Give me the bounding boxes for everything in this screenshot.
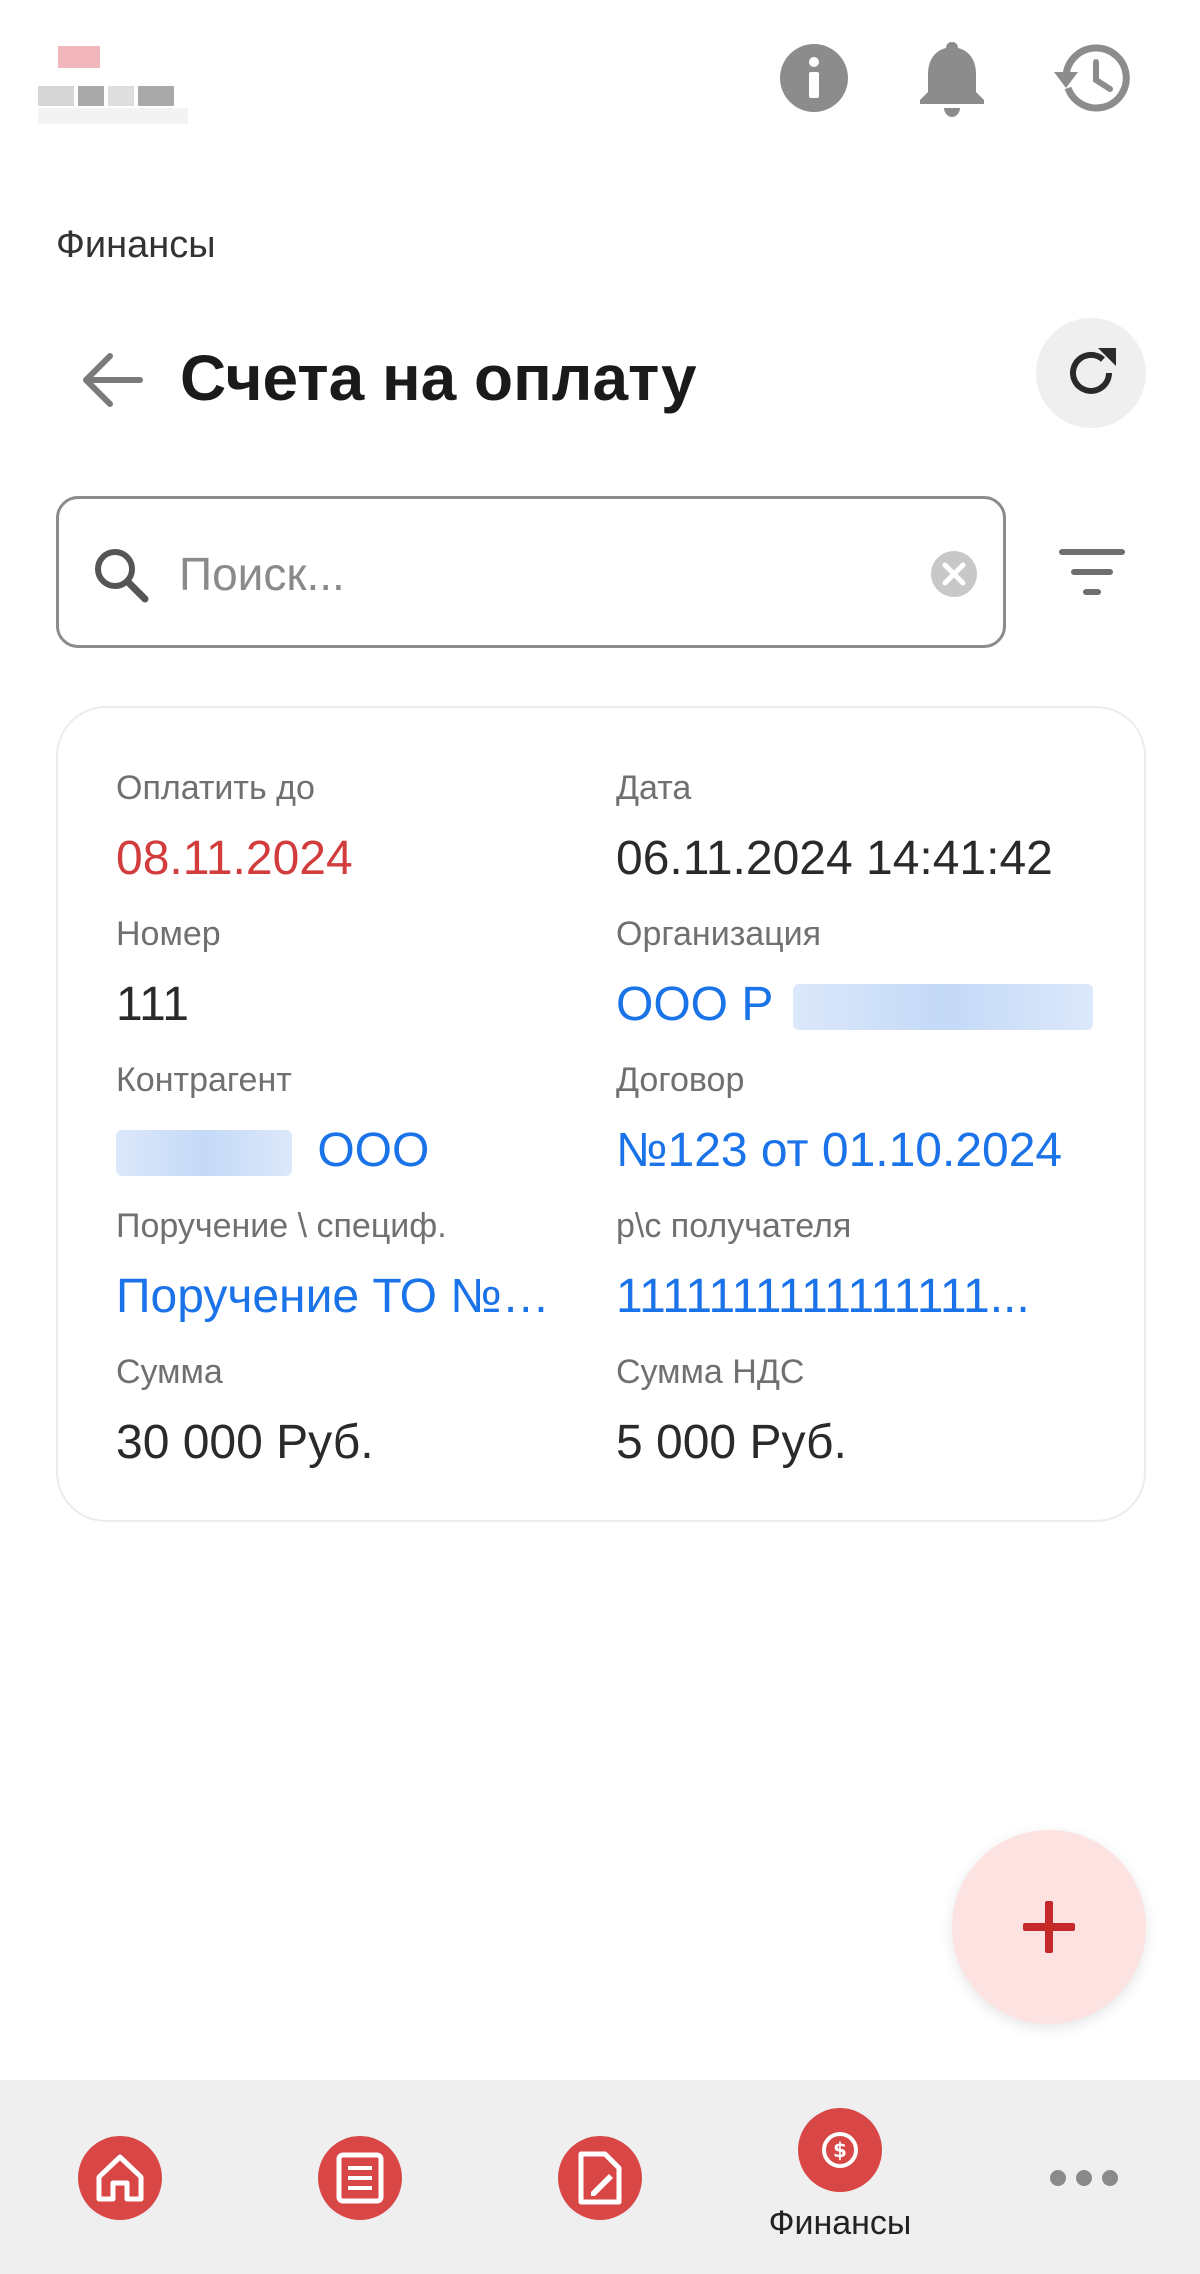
section-label: Финансы (56, 224, 216, 266)
info-icon (780, 44, 848, 112)
back-button[interactable] (70, 338, 154, 422)
counterparty-link[interactable]: ООО (116, 1116, 576, 1186)
pay-by-value: 08.11.2024 (116, 832, 353, 885)
redacted-block (116, 1130, 292, 1177)
nav-finance-label: Финансы (768, 2204, 912, 2242)
redacted-block (792, 984, 1093, 1031)
counterparty-label: Контрагент (116, 1061, 292, 1099)
home-icon (96, 2154, 144, 2202)
account-link[interactable]: 1111111111111111... (616, 1262, 1116, 1332)
notifications-button[interactable] (912, 38, 992, 118)
nav-list[interactable] (240, 2080, 480, 2274)
history-icon (1054, 44, 1130, 112)
nav-more[interactable] (960, 2080, 1200, 2274)
account-label: р\с получателя (616, 1207, 852, 1245)
filter-icon (1059, 549, 1125, 595)
nav-home[interactable] (0, 2080, 240, 2274)
date-value: 06.11.2024 14:41:42 (616, 832, 1053, 885)
page-title: Счета на оплату (180, 342, 697, 414)
plus-icon (1023, 1901, 1075, 1953)
nav-documents[interactable] (480, 2080, 720, 2274)
add-button[interactable] (952, 1830, 1146, 2024)
number-label: Номер (116, 915, 221, 953)
svg-text:$: $ (833, 2138, 847, 2162)
app-logo (38, 38, 208, 128)
list-icon (336, 2152, 384, 2204)
search-box (56, 496, 1006, 648)
pay-by-label: Оплатить до (116, 769, 315, 807)
document-edit-icon (578, 2151, 622, 2205)
filter-button[interactable] (1050, 530, 1134, 614)
history-button[interactable] (1052, 38, 1132, 118)
refresh-button[interactable] (1036, 318, 1146, 428)
search-icon (95, 549, 149, 603)
refresh-icon (1070, 348, 1116, 394)
bell-icon (920, 42, 984, 117)
finance-icon: $ (822, 2132, 858, 2168)
organization-value: ООО Р (616, 978, 774, 1031)
sum-value: 30 000 Руб. (116, 1416, 374, 1469)
more-icon (1050, 2170, 1118, 2186)
vat-value: 5 000 Руб. (616, 1416, 847, 1469)
back-arrow-icon (83, 353, 143, 407)
contract-label: Договор (616, 1061, 745, 1099)
organization-label: Организация (616, 915, 822, 953)
number-value: 111 (116, 978, 189, 1031)
clear-icon[interactable] (929, 549, 979, 599)
order-link[interactable]: Поручение ТО №П... (116, 1262, 576, 1332)
organization-link[interactable]: ООО Р (616, 970, 1116, 1040)
contract-link[interactable]: №123 от 01.10.2024 (616, 1116, 1116, 1186)
sum-label: Сумма (116, 1353, 223, 1391)
invoice-card[interactable]: Оплатить до 08.11.2024 Дата 06.11.2024 1… (56, 706, 1146, 1522)
vat-label: Сумма НДС (616, 1353, 805, 1391)
info-button[interactable] (774, 38, 854, 118)
search-input[interactable] (179, 529, 939, 619)
counterparty-value: ООО (317, 1124, 430, 1177)
date-label: Дата (616, 769, 692, 807)
bottom-nav: $ Финансы (0, 2080, 1200, 2274)
nav-finance[interactable]: $ Финансы (720, 2080, 960, 2274)
order-label: Поручение \ специф. (116, 1207, 447, 1245)
